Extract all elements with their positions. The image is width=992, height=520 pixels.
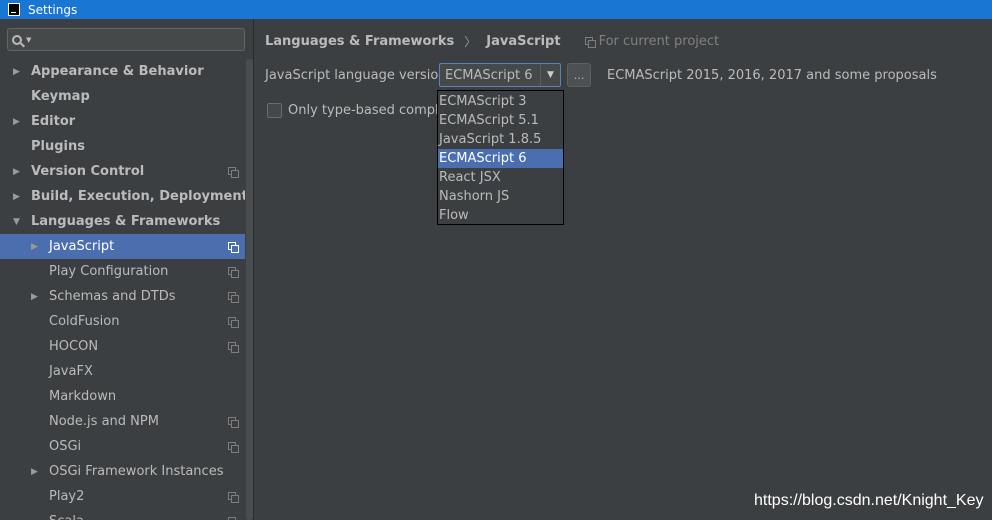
dropdown-option[interactable]: Nashorn JS — [438, 187, 563, 206]
search-icon[interactable] — [12, 34, 22, 45]
sidebar-item-label: Build, Execution, Deployment — [31, 189, 248, 204]
settings-search-box[interactable]: ▼ — [7, 28, 245, 51]
sidebar-item-plugins[interactable]: Plugins — [0, 134, 253, 159]
chevron-right-icon[interactable]: ▶ — [13, 117, 23, 127]
sidebar-item-label: Play Configuration — [49, 264, 169, 279]
window-title: Settings — [28, 2, 78, 17]
sidebar-item-editor[interactable]: ▶ Editor — [0, 109, 253, 134]
sidebar-item-node-js-and-npm[interactable]: Node.js and NPM — [0, 409, 253, 434]
sidebar-item-play-configuration[interactable]: Play Configuration — [0, 259, 253, 284]
project-level-icon — [228, 167, 239, 178]
settings-search-input[interactable] — [31, 29, 244, 50]
dropdown-option[interactable]: Flow — [438, 206, 563, 225]
chevron-down-icon[interactable]: ▼ — [13, 217, 23, 227]
sidebar-item-label: OSGi Framework Instances — [49, 464, 224, 479]
configure-version-button[interactable]: ... — [567, 63, 591, 87]
sidebar-item-play2[interactable]: Play2 — [0, 484, 253, 509]
settings-sidebar: ▼ ▶ Appearance & Behavior Keymap ▶ Editor Plu… — [0, 19, 254, 520]
sidebar-item-osgi-framework-instances[interactable]: ▶ OSGi Framework Instances — [0, 459, 253, 484]
sidebar-item-label: Version Control — [31, 164, 145, 179]
dropdown-option[interactable]: ECMAScript 6 — [438, 149, 563, 168]
sidebar-scrollbar-thumb[interactable] — [246, 59, 253, 520]
sidebar-item-label: Schemas and DTDs — [49, 289, 176, 304]
breadcrumb-parent[interactable]: Languages & Frameworks — [265, 34, 454, 49]
project-level-icon — [228, 442, 239, 453]
sidebar-item-osgi[interactable]: OSGi — [0, 434, 253, 459]
project-level-icon — [228, 417, 239, 428]
language-version-value[interactable]: ECMAScript 6 — [440, 64, 540, 86]
sidebar-item-hocon[interactable]: HOCON — [0, 334, 253, 359]
sidebar-item-version-control[interactable]: ▶ Version Control — [0, 159, 253, 184]
sidebar-item-label: Languages & Frameworks — [31, 214, 221, 229]
sidebar-item-label: Editor — [31, 114, 76, 129]
sidebar-item-javascript[interactable]: ▶ JavaScript — [0, 234, 253, 259]
chevron-down-icon[interactable]: ▼ — [540, 64, 560, 86]
sidebar-item-label: ColdFusion — [49, 314, 120, 329]
sidebar-item-appearance-behavior[interactable]: ▶ Appearance & Behavior — [0, 59, 253, 84]
project-scope-note: For current project — [584, 34, 720, 49]
project-level-icon — [228, 267, 239, 278]
project-scope-label: For current project — [598, 34, 720, 49]
chevron-right-icon[interactable]: ▶ — [13, 67, 23, 77]
sidebar-item-markdown[interactable]: Markdown — [0, 384, 253, 409]
watermark-text: https://blog.csdn.net/Knight_Key — [754, 492, 984, 509]
breadcrumb-separator-icon: 〉 — [464, 35, 477, 49]
dropdown-option[interactable]: React JSX — [438, 168, 563, 187]
breadcrumb: Languages & Frameworks 〉 JavaScript For … — [265, 33, 719, 50]
project-level-icon — [228, 342, 239, 353]
dropdown-option[interactable]: ECMAScript 3 — [438, 92, 563, 111]
dropdown-option[interactable]: ECMAScript 5.1 — [438, 111, 563, 130]
language-version-label: JavaScript language version — [265, 67, 447, 83]
sidebar-item-label: Plugins — [31, 139, 85, 154]
sidebar-item-label: Node.js and NPM — [49, 414, 159, 429]
language-version-combobox[interactable]: ECMAScript 6 ▼ — [439, 63, 561, 87]
settings-tree: ▶ Appearance & Behavior Keymap ▶ Editor Plugi… — [0, 59, 253, 520]
chevron-right-icon[interactable]: ▶ — [13, 167, 23, 177]
chevron-right-icon[interactable]: ▶ — [13, 192, 23, 202]
sidebar-item-label: Keymap — [31, 89, 90, 104]
project-level-icon — [228, 317, 239, 328]
type-based-completion-checkbox[interactable] — [267, 102, 282, 118]
intellij-app-icon — [8, 3, 20, 16]
project-scope-icon — [584, 37, 596, 48]
project-level-icon — [228, 242, 239, 253]
sidebar-item-build-execution-deployment[interactable]: ▶ Build, Execution, Deployment — [0, 184, 253, 209]
sidebar-item-label: Markdown — [49, 389, 117, 404]
language-version-dropdown-list: ECMAScript 3 ECMAScript 5.1 JavaScript 1.8… — [437, 90, 564, 225]
sidebar-item-label: JavaScript — [49, 239, 115, 254]
sidebar-item-label: Appearance & Behavior — [31, 64, 204, 79]
sidebar-item-keymap[interactable]: Keymap — [0, 84, 253, 109]
settings-content-panel: Languages & Frameworks 〉 JavaScript For … — [255, 19, 992, 520]
sidebar-item-coldfusion[interactable]: ColdFusion — [0, 309, 253, 334]
project-level-icon — [228, 492, 239, 503]
sidebar-scrollbar[interactable] — [245, 59, 253, 520]
sidebar-item-label: OSGi — [49, 439, 82, 454]
breadcrumb-current: JavaScript — [486, 34, 561, 49]
chevron-right-icon[interactable]: ▶ — [31, 467, 41, 477]
title-bar: Settings — [0, 0, 992, 19]
chevron-right-icon[interactable]: ▶ — [31, 292, 41, 302]
project-level-icon — [228, 292, 239, 303]
language-version-description: ECMAScript 2015, 2016, 2017 and some pro… — [607, 67, 937, 83]
dropdown-option[interactable]: JavaScript 1.8.5 — [438, 130, 563, 149]
sidebar-item-schemas-and-dtds[interactable]: ▶ Schemas and DTDs — [0, 284, 253, 309]
sidebar-item-scala[interactable]: Scala — [0, 509, 253, 520]
sidebar-item-javafx[interactable]: JavaFX — [0, 359, 253, 384]
chevron-right-icon[interactable]: ▶ — [31, 242, 41, 252]
sidebar-item-label: HOCON — [49, 339, 99, 354]
sidebar-item-label: Play2 — [49, 489, 85, 504]
sidebar-item-languages-frameworks[interactable]: ▼ Languages & Frameworks — [0, 209, 253, 234]
sidebar-item-label: Scala — [49, 514, 84, 520]
sidebar-item-label: JavaFX — [49, 364, 93, 379]
